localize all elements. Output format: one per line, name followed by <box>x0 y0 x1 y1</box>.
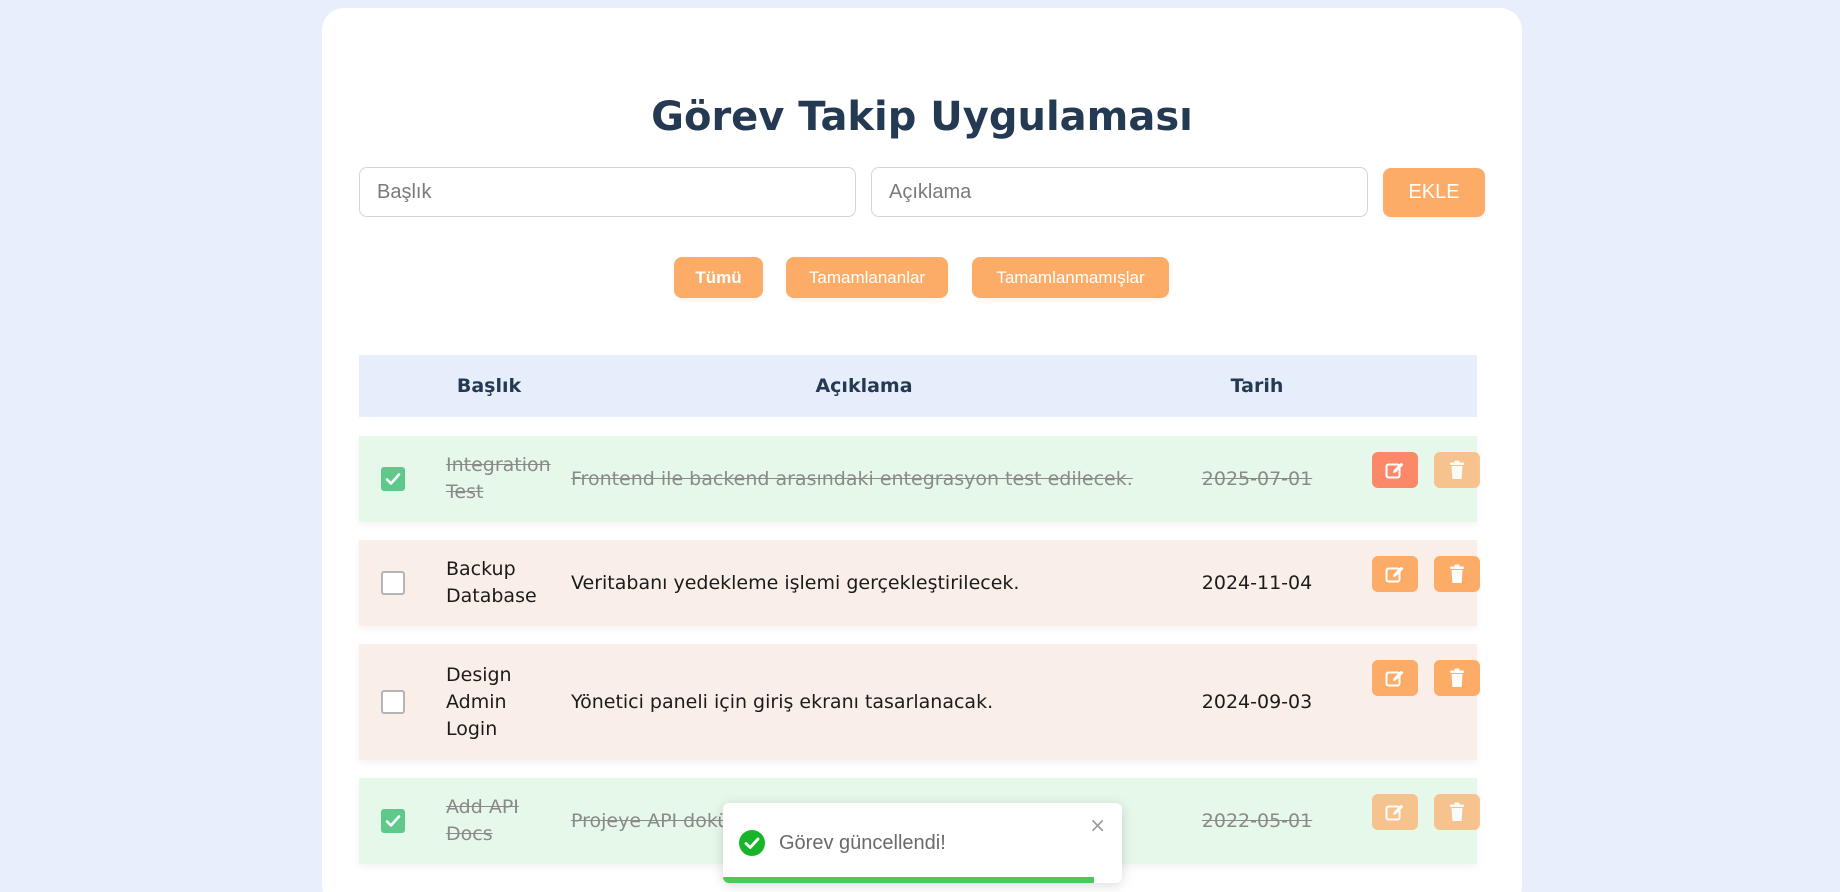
row-title-cell: Backup Database <box>446 540 541 626</box>
trash-icon <box>1450 460 1464 479</box>
task-description: Yönetici paneli için giriş ekranı tasarl… <box>571 691 994 713</box>
row-date-cell: 2025-07-01 <box>1179 436 1335 522</box>
trash-icon <box>1450 564 1464 583</box>
filter-completed-button[interactable]: Tamamlananlar <box>786 257 948 298</box>
row-description-cell: Yönetici paneli için giriş ekranı tasarl… <box>571 644 1191 760</box>
task-checkbox[interactable] <box>381 571 405 595</box>
task-date: 2022-05-01 <box>1201 810 1313 832</box>
row-check-cell <box>381 540 405 626</box>
table-row: Design Admin Login Yönetici paneli için g… <box>359 644 1480 760</box>
task-checkbox[interactable] <box>381 467 405 491</box>
title-input[interactable] <box>359 167 856 217</box>
task-title: Add API Docs <box>446 796 519 845</box>
description-input[interactable] <box>871 167 1368 217</box>
table-row: Integration Test Frontend ile backend ara… <box>359 436 1480 522</box>
task-date: 2024-11-04 <box>1201 572 1313 594</box>
delete-button[interactable] <box>1434 452 1480 488</box>
toast-message: Görev güncellendi! <box>779 832 946 854</box>
header-title: Başlık <box>456 375 522 397</box>
trash-icon <box>1450 668 1464 687</box>
task-checkbox[interactable] <box>381 809 405 833</box>
delete-button[interactable] <box>1434 660 1480 696</box>
row-title-cell: Add API Docs <box>446 778 541 864</box>
task-app-card: Görev Takip Uygulaması EKLE Tümü Tamamla… <box>322 8 1522 892</box>
edit-button[interactable] <box>1372 794 1418 830</box>
row-check-cell <box>381 644 405 760</box>
task-description: Veritabanı yedekleme işlemi gerçekleştir… <box>571 572 1020 594</box>
row-description-cell: Veritabanı yedekleme işlemi gerçekleştir… <box>571 540 1191 626</box>
table-row: Backup Database Veritabanı yedekleme işle… <box>359 540 1480 626</box>
edit-button[interactable] <box>1372 452 1418 488</box>
edit-icon <box>1385 566 1404 583</box>
row-date-cell: 2024-09-03 <box>1179 644 1335 760</box>
toast-progress-bar <box>723 877 1095 883</box>
task-date: 2025-07-01 <box>1201 468 1313 490</box>
edit-button[interactable] <box>1372 660 1418 696</box>
trash-icon <box>1450 802 1464 821</box>
row-check-cell <box>381 436 405 522</box>
task-title: Integration Test <box>446 454 551 503</box>
check-icon <box>385 815 401 827</box>
page-title: Görev Takip Uygulaması <box>651 94 1193 140</box>
edit-icon <box>1385 804 1404 821</box>
edit-icon <box>1385 670 1404 687</box>
close-icon[interactable]: × <box>1089 813 1106 837</box>
toast-notification: Görev güncellendi! × <box>723 803 1122 883</box>
task-checkbox[interactable] <box>381 690 405 714</box>
success-check-icon <box>739 830 765 856</box>
header-date: Tarih <box>1230 375 1284 397</box>
row-description-cell: Frontend ile backend arasındaki entegras… <box>571 436 1191 522</box>
task-date: 2024-09-03 <box>1201 691 1313 713</box>
task-description: Frontend ile backend arasındaki entegras… <box>571 468 1133 490</box>
edit-button[interactable] <box>1372 556 1418 592</box>
edit-icon <box>1385 462 1404 479</box>
row-check-cell <box>381 778 405 864</box>
delete-button[interactable] <box>1434 794 1480 830</box>
add-button[interactable]: EKLE <box>1383 168 1485 217</box>
row-title-cell: Integration Test <box>446 436 551 522</box>
row-title-cell: Design Admin Login <box>446 644 541 760</box>
table-header: Başlık Açıklama Tarih <box>359 355 1477 417</box>
row-date-cell: 2024-11-04 <box>1179 540 1335 626</box>
check-icon <box>385 473 401 485</box>
filter-incomplete-button[interactable]: Tamamlanmamışlar <box>972 257 1169 298</box>
header-description: Açıklama <box>815 375 913 397</box>
task-title: Backup Database <box>446 558 537 607</box>
delete-button[interactable] <box>1434 556 1480 592</box>
task-title: Design Admin Login <box>446 663 512 740</box>
filter-all-button[interactable]: Tümü <box>674 257 763 298</box>
row-date-cell: 2022-05-01 <box>1179 778 1335 864</box>
